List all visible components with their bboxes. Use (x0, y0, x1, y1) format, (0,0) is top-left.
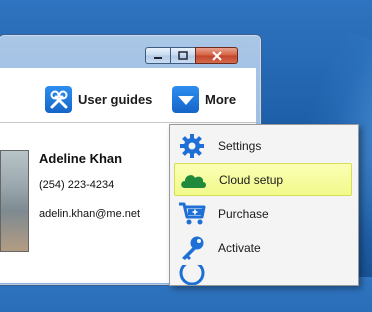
minimize-button[interactable] (145, 47, 170, 64)
menu-item-label: Purchase (218, 206, 269, 221)
contact-phone: (254) 223-4234 (39, 179, 115, 191)
menu-item-label: Activate (218, 240, 261, 255)
menu-item-cloud-setup[interactable]: Cloud setup (174, 163, 352, 196)
more-button[interactable]: More (172, 86, 236, 113)
more-label: More (205, 92, 237, 107)
menu-item-label: Settings (218, 138, 262, 153)
minimize-icon (154, 56, 162, 59)
toolbar-divider (0, 122, 256, 123)
menu-item-settings[interactable]: Settings (174, 129, 352, 162)
window-caption-buttons (145, 47, 238, 66)
maximize-icon (178, 50, 188, 60)
menu-item-activate[interactable]: Activate (174, 231, 352, 264)
info-icon (176, 265, 208, 285)
key-icon (176, 233, 208, 263)
menu-item-purchase[interactable]: Purchase (174, 197, 352, 230)
maximize-button[interactable] (170, 47, 195, 64)
user-guides-label: User guides (78, 92, 153, 107)
chevron-down-icon (172, 86, 199, 113)
menu-item-partial[interactable] (174, 265, 352, 285)
contact-photo (0, 150, 29, 252)
close-icon (211, 50, 222, 61)
gear-icon (176, 131, 208, 161)
more-dropdown-menu: Settings Cloud setup Purchase Activate (169, 124, 359, 286)
contact-email: adelin.khan@me.net (39, 208, 141, 220)
menu-item-label: Cloud setup (219, 172, 284, 187)
user-guides-button[interactable]: User guides (45, 86, 152, 113)
contact-name: Adeline Khan (39, 151, 123, 166)
tools-icon (45, 86, 72, 113)
close-button[interactable] (195, 47, 238, 64)
cloud-icon (177, 165, 209, 195)
cart-icon (176, 199, 208, 229)
